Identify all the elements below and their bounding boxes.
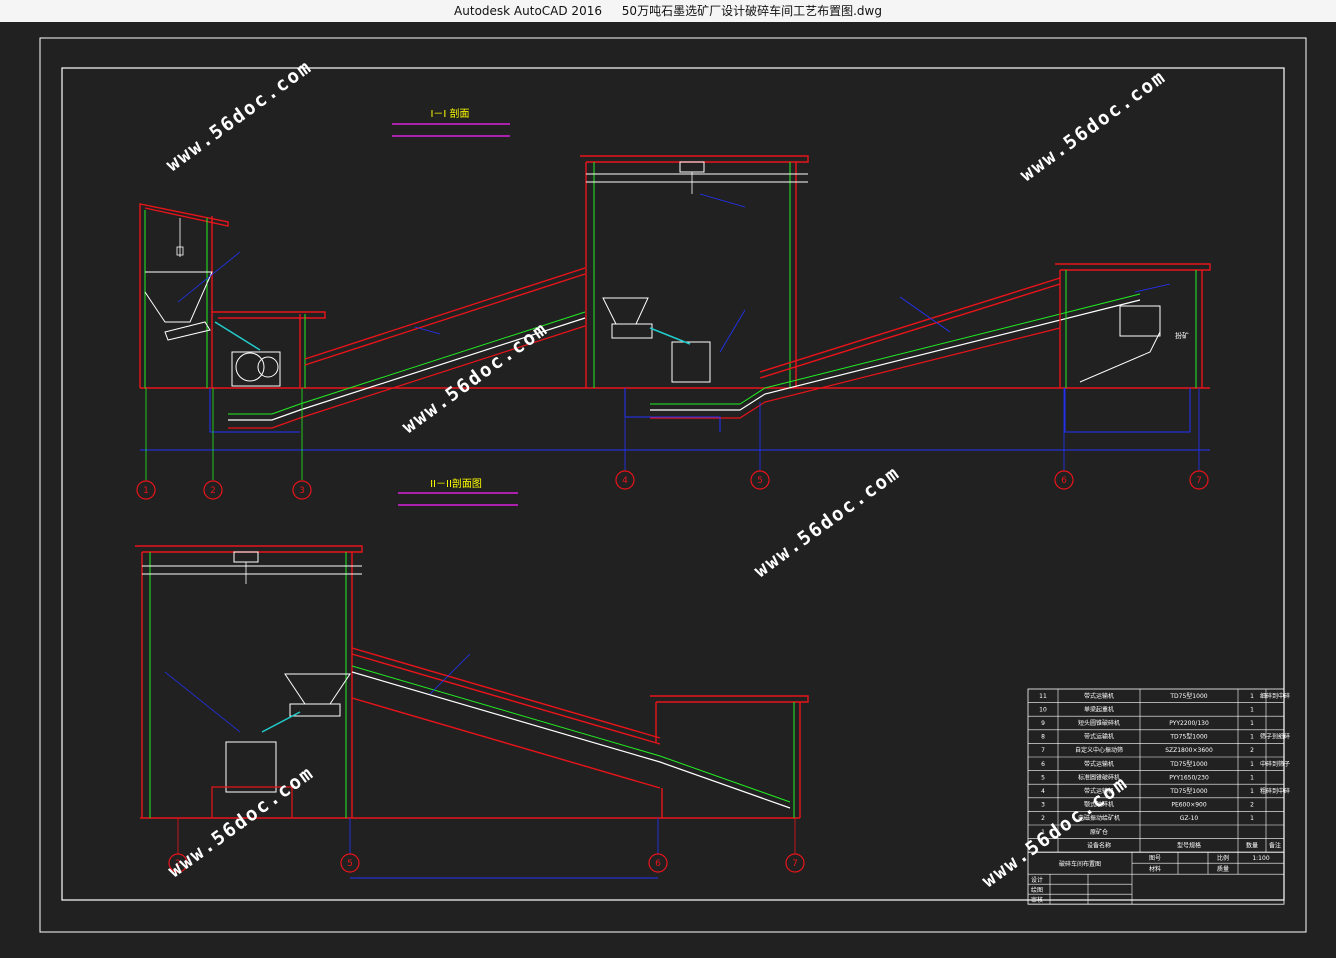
section-2-label: II－II剖面图 xyxy=(430,477,482,490)
parts-table-cell: 自定义中心振动筛 xyxy=(1075,746,1123,754)
watermark-4: www.56doc.com xyxy=(750,462,904,582)
parts-table-cell: 10 xyxy=(1039,706,1047,713)
parts-table-cell: TD75型1000 xyxy=(1169,787,1207,795)
watermark-3: www.56doc.com xyxy=(398,318,552,438)
axis-label-1: 1 xyxy=(143,486,149,496)
parts-table-cell: 11 xyxy=(1039,693,1047,700)
parts-table-cell: 1 xyxy=(1250,720,1254,727)
watermarks: www.56doc.com www.56doc.com www.56doc.co… xyxy=(162,56,1170,892)
section-1-title: I－I 剖面 xyxy=(392,107,510,137)
parts-table-cell: 3 xyxy=(1041,802,1045,809)
parts-table-cell: 筛子到细碎 xyxy=(1260,733,1290,741)
parts-table-cell: 1 xyxy=(1250,774,1254,781)
parts-table-cell: 4 xyxy=(1041,788,1045,795)
title-block-role: 设计 xyxy=(1031,876,1043,884)
parts-table-cell: TD75型1000 xyxy=(1169,733,1207,741)
section-1-label: I－I 剖面 xyxy=(430,107,469,120)
axis-label-4: 4 xyxy=(622,476,628,486)
parts-table-cell: 1 xyxy=(1250,761,1254,768)
section-1-drawing: 扮矿 xyxy=(139,155,1211,451)
parts-table-cell: 细碎到中碎 xyxy=(1260,692,1290,700)
parts-table-cell: 9 xyxy=(1041,720,1045,727)
parts-table-cell: 粗碎到中碎 xyxy=(1260,787,1290,795)
annotation-label: 扮矿 xyxy=(1175,331,1189,340)
parts-table-cell: PYY2200/130 xyxy=(1169,720,1209,727)
drawing-canvas[interactable]: I－I 剖面 扮矿 1 2 3 4 5 6 7 II－II剖面图 2 5 6 7… xyxy=(0,22,1336,954)
label-scale: 比例 xyxy=(1217,854,1229,862)
axis-label-2: 2 xyxy=(210,486,216,496)
parts-table-cell: 1 xyxy=(1250,734,1254,741)
parts-table-cell: 7 xyxy=(1041,747,1045,754)
drawing-name: 破碎车间布置图 xyxy=(1059,860,1101,868)
watermark-1: www.56doc.com xyxy=(162,56,316,176)
parts-table: 11 带式运输机 TD75型1000 1 细碎到中碎10 单梁起重机 19 短头圆锥破碎机 PY… xyxy=(1027,688,1290,905)
parts-table-header-cell: 备注 xyxy=(1269,841,1281,849)
axis-label-b7: 7 xyxy=(792,859,798,869)
axis-label-5: 5 xyxy=(757,476,763,486)
parts-table-cell: 2 xyxy=(1041,815,1045,822)
parts-table-cell: 1 xyxy=(1250,815,1254,822)
label-mass: 质量 xyxy=(1217,865,1229,873)
parts-table-cell: 1 xyxy=(1250,693,1254,700)
axis-label-6: 6 xyxy=(1061,476,1067,486)
parts-table-cell: PYY1650/230 xyxy=(1169,774,1209,781)
parts-table-cell: TD75型1000 xyxy=(1169,760,1207,768)
parts-table-cell: 1 xyxy=(1250,788,1254,795)
parts-table-cell: 原矿仓 xyxy=(1090,828,1108,836)
parts-table-header-cell: 数量 xyxy=(1246,841,1258,849)
parts-table-cell: 1 xyxy=(1250,706,1254,713)
parts-table-header-cell: 型号规格 xyxy=(1177,841,1201,849)
window-title-bar: Autodesk AutoCAD 2016 50万吨石墨选矿厂设计破碎车间工艺布… xyxy=(0,0,1336,22)
axis-label-7: 7 xyxy=(1196,476,1202,486)
file-name: 50万吨石墨选矿厂设计破碎车间工艺布置图.dwg xyxy=(621,4,882,18)
parts-table-cell: GZ-10 xyxy=(1180,815,1199,822)
parts-table-cell: 中碎到筛子 xyxy=(1260,760,1290,768)
parts-table-header-cell: 设备名称 xyxy=(1087,841,1111,849)
axis-label-b6: 6 xyxy=(655,859,661,869)
parts-table-cell: 5 xyxy=(1041,774,1045,781)
watermark-5: www.56doc.com xyxy=(164,762,318,882)
parts-table-cell: 带式运输机 xyxy=(1084,733,1114,741)
axis-markers-bottom: 2 5 6 7 xyxy=(168,818,805,873)
scale-value: 1:100 xyxy=(1252,855,1269,862)
title-block-role: 绘图 xyxy=(1031,886,1043,894)
axis-label-b5: 5 xyxy=(347,859,353,869)
app-title: Autodesk AutoCAD 2016 xyxy=(454,4,602,18)
label-drawing-no: 图号 xyxy=(1149,855,1161,862)
parts-table-cell: 8 xyxy=(1041,734,1045,741)
parts-table-cell: 单梁起重机 xyxy=(1084,705,1114,713)
axis-label-3: 3 xyxy=(299,486,305,496)
parts-table-cell: 带式运输机 xyxy=(1084,760,1114,768)
parts-table-cell: TD75型1000 xyxy=(1169,692,1207,700)
watermark-2: www.56doc.com xyxy=(1016,66,1170,186)
parts-table-cell: 带式运输机 xyxy=(1084,692,1114,700)
section-2-title: II－II剖面图 xyxy=(398,477,518,506)
parts-table-cell: PE600×900 xyxy=(1171,802,1207,809)
parts-table-cell: 6 xyxy=(1041,761,1045,768)
title-block-role: 审核 xyxy=(1031,896,1043,904)
parts-table-cell: 2 xyxy=(1250,747,1254,754)
parts-table-cell: 短头圆锥破碎机 xyxy=(1078,719,1120,727)
parts-table-cell: SZZ1800×3600 xyxy=(1165,747,1213,754)
label-material: 材料 xyxy=(1149,865,1161,873)
parts-table-cell: 2 xyxy=(1250,802,1254,809)
